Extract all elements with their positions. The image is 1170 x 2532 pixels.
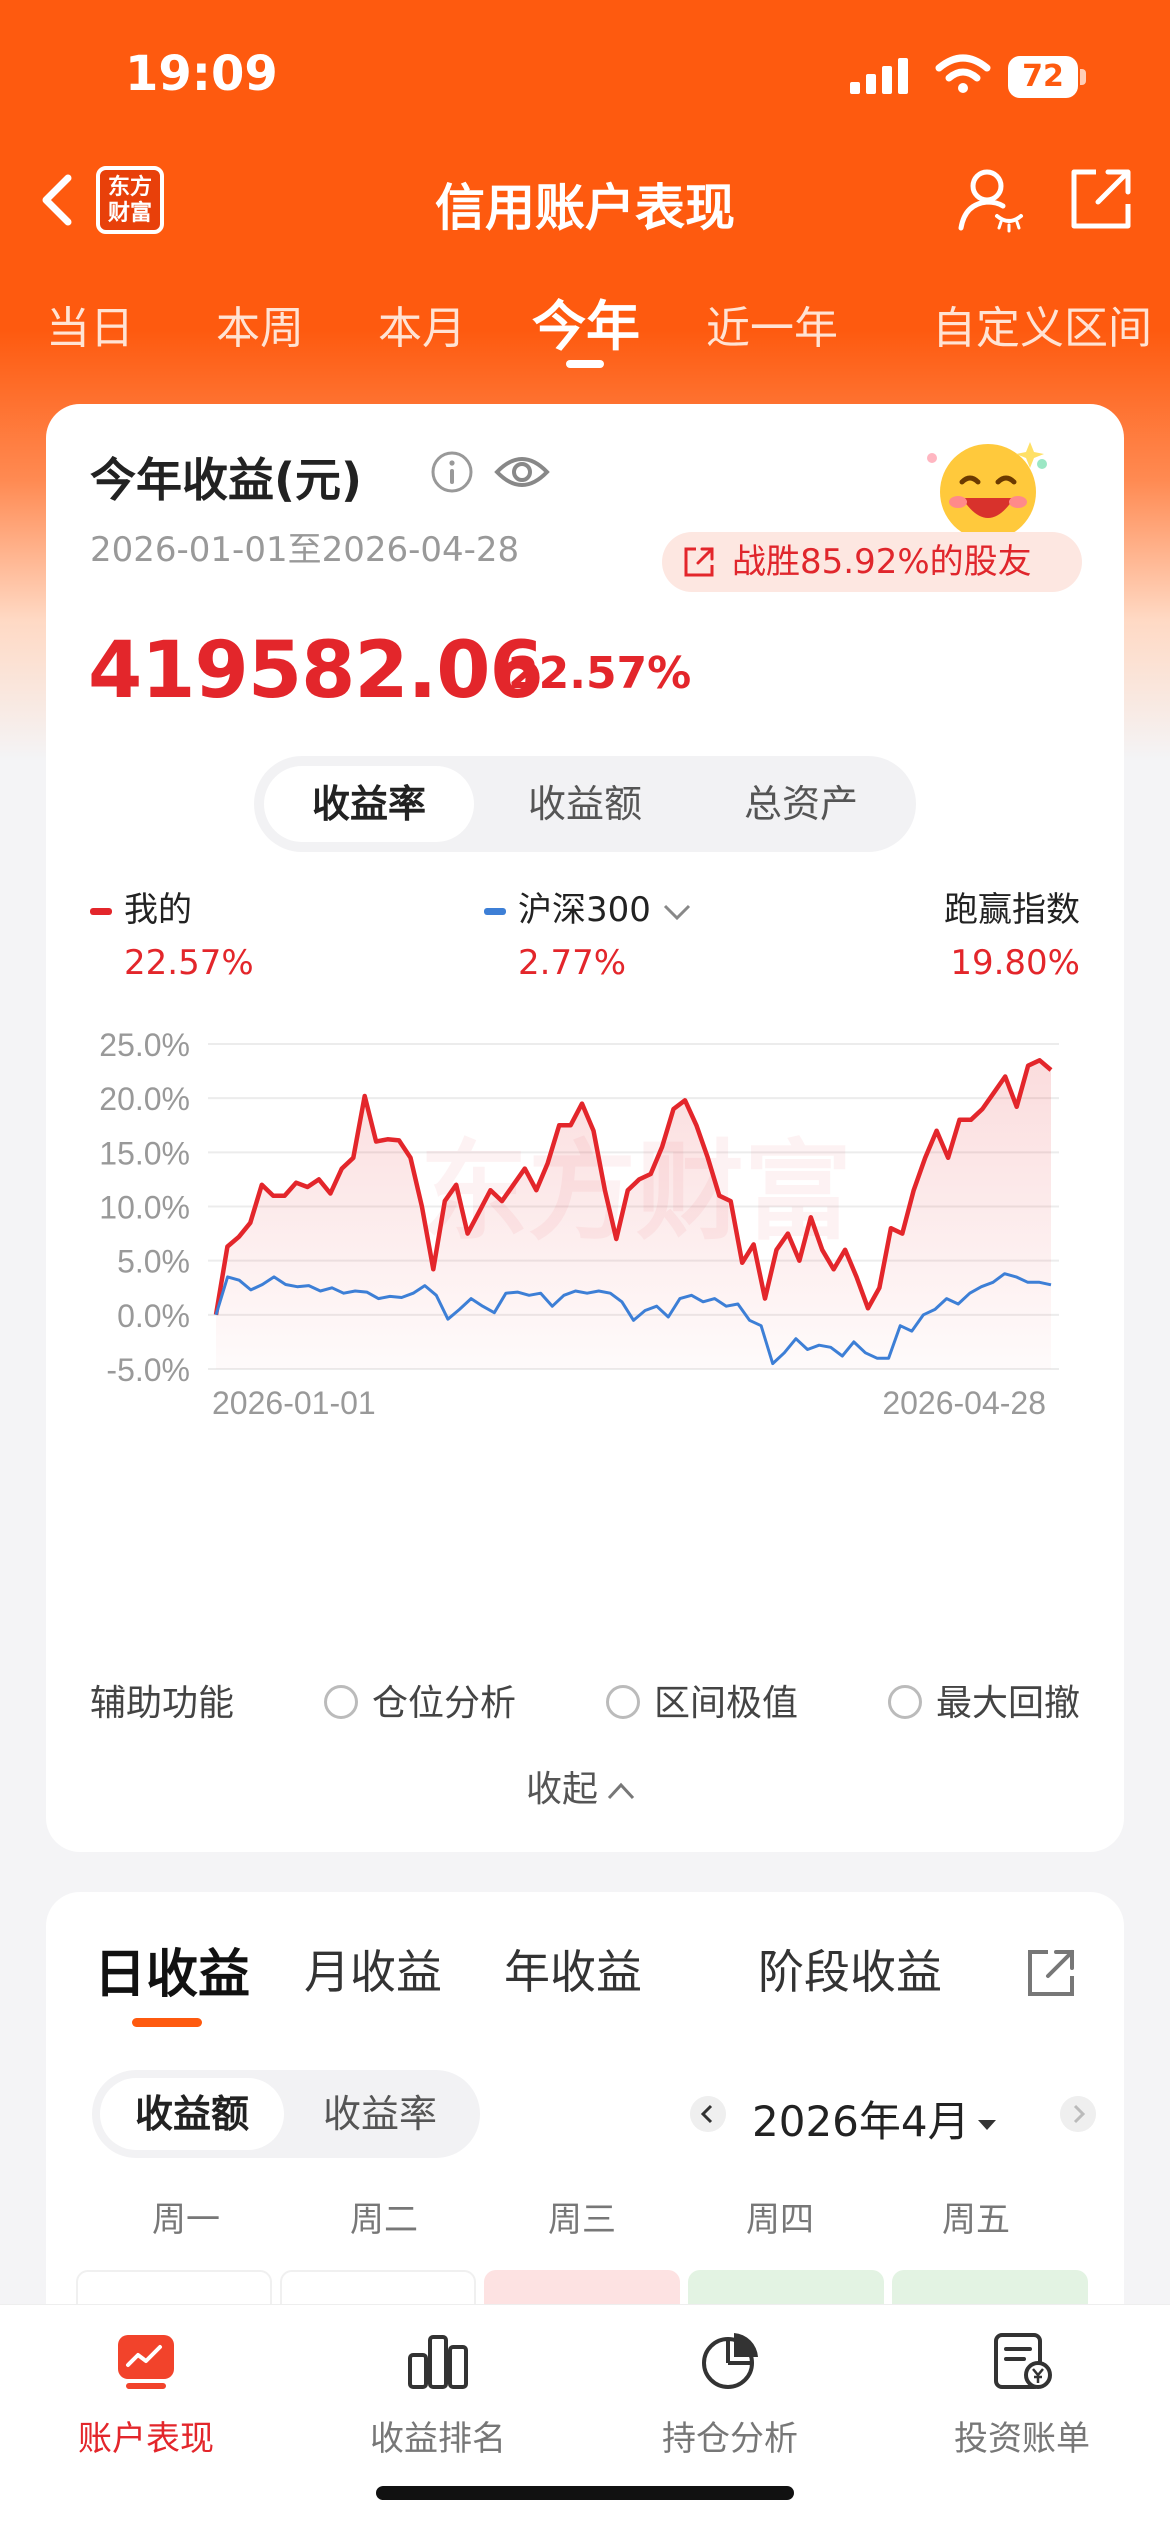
weekday-wed: 周三 bbox=[548, 2200, 616, 2240]
eastmoney-logo: 东方 财富 bbox=[96, 166, 164, 234]
yearly-profit-card: 今年收益(元) 2026-01-01至2026-04-28 战胜85.92%的股… bbox=[46, 404, 1124, 1852]
tab-this-week[interactable]: 本周 bbox=[216, 292, 304, 356]
weekday-thu: 周四 bbox=[746, 2200, 814, 2240]
radio-circle-icon bbox=[888, 1685, 922, 1719]
y-tick-label: -5.0% bbox=[106, 1352, 190, 1388]
cellular-signal-icon bbox=[850, 58, 908, 94]
metric-toggle: 收益率 收益额 总资产 bbox=[254, 756, 916, 852]
tab-custom-range[interactable]: 自定义区间 bbox=[932, 292, 1152, 356]
return-line-chart: 25.0%20.0%15.0%10.0%5.0%0.0%-5.0%东方财富202… bbox=[99, 1027, 1059, 1421]
y-tick-label: 15.0% bbox=[99, 1135, 190, 1171]
active-tab-indicator bbox=[566, 360, 604, 368]
eye-icon[interactable] bbox=[494, 452, 550, 492]
chevron-up-icon bbox=[607, 1782, 635, 1800]
y-tick-label: 25.0% bbox=[99, 1027, 190, 1063]
user-privacy-icon[interactable] bbox=[955, 164, 1025, 234]
daily-metric-toggle: 收益额 收益率 bbox=[92, 2070, 480, 2158]
series-area-mine bbox=[216, 1060, 1051, 1369]
daily-tab-indicator bbox=[132, 2018, 202, 2027]
toggle-profit-amount[interactable]: 收益额 bbox=[100, 2078, 284, 2150]
y-tick-label: 10.0% bbox=[99, 1190, 190, 1226]
share-small-icon bbox=[684, 547, 714, 577]
profit-percentage: 22.57% bbox=[508, 648, 692, 699]
profit-title: 今年收益(元) bbox=[90, 453, 363, 507]
assist-functions: 辅助功能 仓位分析 区间极值 最大回撤 bbox=[90, 1666, 1090, 1726]
toggle-profit-rate[interactable]: 收益率 bbox=[288, 2078, 472, 2150]
legend-beat-index: 跑赢指数 19.80% bbox=[944, 890, 1080, 983]
nav-bar: 东方 财富 信用账户表现 bbox=[0, 150, 1170, 250]
ranking-icon bbox=[408, 2335, 468, 2389]
month-selector: 2026年4月 bbox=[686, 2076, 1096, 2156]
legend-index-value: 2.77% bbox=[518, 943, 627, 983]
tab-yearly-profit[interactable]: 年收益 bbox=[504, 1936, 642, 2002]
back-arrow-icon[interactable] bbox=[38, 172, 78, 228]
radio-circle-icon bbox=[324, 1685, 358, 1719]
collapse-button[interactable]: 收起 bbox=[526, 1760, 636, 1812]
metric-total-assets[interactable]: 总资产 bbox=[696, 766, 906, 842]
legend-mine: 我的 22.57% bbox=[90, 882, 254, 983]
y-tick-label: 5.0% bbox=[117, 1244, 190, 1280]
bill-icon bbox=[994, 2333, 1052, 2389]
weekday-header: 周一 周二 周三 周四 周五 bbox=[46, 2192, 1124, 2242]
radio-max-drawdown[interactable]: 最大回撤 bbox=[888, 1674, 1080, 1726]
prev-month-icon[interactable] bbox=[690, 2096, 726, 2132]
status-time: 19:09 bbox=[125, 46, 278, 102]
status-bar: 19:09 72 bbox=[0, 0, 1170, 150]
bottom-nav-investment-bill[interactable]: 投资账单 bbox=[902, 2329, 1142, 2469]
tab-monthly-profit[interactable]: 月收益 bbox=[304, 1936, 442, 2002]
date-range: 2026-01-01至2026-04-28 bbox=[90, 530, 520, 570]
tab-today[interactable]: 当日 bbox=[46, 292, 134, 356]
tab-this-month[interactable]: 本月 bbox=[378, 292, 466, 356]
radio-range-extremes[interactable]: 区间极值 bbox=[606, 1674, 798, 1726]
battery-icon: 72 bbox=[1008, 56, 1086, 98]
weekday-tue: 周二 bbox=[350, 2200, 418, 2240]
month-dropdown[interactable]: 2026年4月 bbox=[752, 2088, 998, 2149]
legend-mine-value: 22.57% bbox=[124, 943, 254, 983]
bottom-nav-holdings-analysis[interactable]: 持仓分析 bbox=[610, 2329, 850, 2469]
metric-return-amount[interactable]: 收益额 bbox=[480, 766, 690, 842]
tab-last-year[interactable]: 近一年 bbox=[706, 292, 838, 356]
bottom-nav-account-performance[interactable]: 账户表现 bbox=[26, 2329, 266, 2469]
chevron-down-icon[interactable] bbox=[662, 903, 692, 921]
y-tick-label: 20.0% bbox=[99, 1081, 190, 1117]
profit-period-tabs: 日收益 月收益 年收益 阶段收益 bbox=[94, 1936, 1094, 2016]
legend-index[interactable]: 沪深300 2.77% bbox=[484, 882, 692, 983]
next-month-icon[interactable] bbox=[1060, 2096, 1096, 2132]
tab-this-year[interactable]: 今年 bbox=[532, 282, 640, 361]
info-icon[interactable] bbox=[430, 450, 474, 494]
profit-amount: 419582.06 bbox=[88, 626, 544, 716]
tab-daily-profit[interactable]: 日收益 bbox=[94, 1932, 250, 2007]
x-start-label: 2026-01-01 bbox=[212, 1385, 376, 1421]
bottom-nav-ranking[interactable]: 收益排名 bbox=[318, 2329, 558, 2469]
pie-chart-icon bbox=[702, 2333, 758, 2389]
beat-peers-text: 战胜85.92%的股友 bbox=[732, 542, 1032, 582]
weekday-mon: 周一 bbox=[152, 2200, 220, 2240]
radio-circle-icon bbox=[606, 1685, 640, 1719]
wifi-icon bbox=[935, 54, 991, 93]
x-end-label: 2026-04-28 bbox=[882, 1385, 1046, 1421]
tab-stage-profit[interactable]: 阶段收益 bbox=[758, 1936, 942, 2002]
legend-beat-value: 19.80% bbox=[950, 943, 1080, 983]
weekday-fri: 周五 bbox=[942, 2200, 1010, 2240]
share-export-icon[interactable] bbox=[1026, 1948, 1076, 1998]
assist-label: 辅助功能 bbox=[90, 1683, 235, 1724]
metric-return-rate[interactable]: 收益率 bbox=[264, 766, 474, 842]
account-performance-icon bbox=[118, 2335, 174, 2389]
caret-down-icon bbox=[977, 2119, 996, 2130]
happy-face-emoji-icon bbox=[927, 442, 1047, 540]
period-tabs: 当日 本周 本月 今年 近一年 自定义区间 bbox=[0, 280, 1170, 370]
y-tick-label: 0.0% bbox=[117, 1298, 190, 1334]
battery-level: 72 bbox=[1008, 56, 1078, 98]
home-indicator bbox=[376, 2486, 794, 2500]
share-export-icon[interactable] bbox=[1068, 166, 1134, 232]
beat-peers-badge[interactable]: 战胜85.92%的股友 bbox=[662, 532, 1082, 592]
page-title: 信用账户表现 bbox=[435, 179, 735, 237]
radio-position-analysis[interactable]: 仓位分析 bbox=[324, 1674, 516, 1726]
